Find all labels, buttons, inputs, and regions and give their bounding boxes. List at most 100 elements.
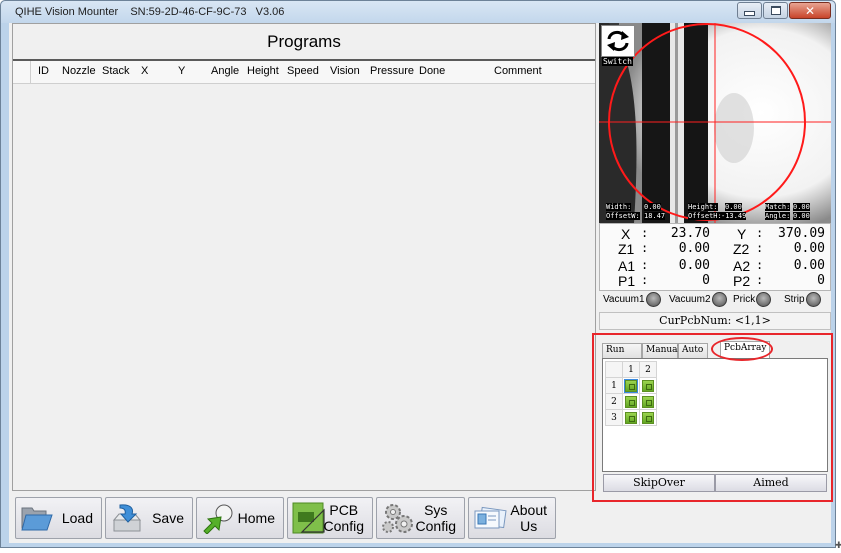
sys-config-label-line2: Config	[415, 518, 456, 534]
pcb-board-icon	[642, 395, 654, 408]
column-header-stack[interactable]: Stack	[102, 65, 130, 77]
pcbarray-content: 1 2 1 2 3	[602, 358, 828, 472]
a2-label: A2	[733, 258, 751, 274]
pcb-config-button[interactable]: PCB Config	[287, 497, 373, 539]
save-disk-icon	[112, 504, 142, 532]
about-us-label-line1: About	[510, 502, 547, 518]
current-pcb-number: CurPcbNum: <1,1>	[599, 312, 831, 330]
tab-pcbarray[interactable]: PcbArray	[720, 341, 770, 358]
pcb-config-label-line1: PCB	[329, 502, 359, 518]
z2-value: 0.00	[793, 241, 825, 256]
switch-camera-button[interactable]	[601, 25, 635, 57]
row-header-corner	[13, 61, 31, 83]
home-button[interactable]: Home	[196, 497, 284, 539]
close-icon: ✕	[804, 3, 816, 18]
coord-row-a: A1 : 0.00 A2 : 0.00	[600, 258, 832, 274]
pcb-board-icon	[624, 378, 638, 393]
row-header: 1	[605, 377, 623, 394]
p2-label: P2	[733, 273, 751, 289]
pcb-array-grid: 1 2 1 2 3	[605, 361, 657, 426]
strip-indicator: Strip	[784, 292, 821, 307]
programs-table[interactable]: ID Nozzle Stack X Y Angle Height Speed V…	[13, 59, 595, 490]
pcb-board-icon	[625, 395, 637, 408]
column-header-speed[interactable]: Speed	[287, 65, 319, 77]
z1-label: Z1	[618, 241, 635, 257]
pcb-cell-2-2[interactable]	[639, 393, 657, 410]
skip-over-button[interactable]: SkipOver	[603, 474, 715, 492]
height-label: Height:	[688, 203, 718, 211]
prick-indicator: Prick	[733, 292, 772, 307]
load-button[interactable]: Load	[15, 497, 102, 539]
z2-label: Z2	[733, 241, 750, 257]
column-header-y[interactable]: Y	[178, 65, 185, 77]
programs-title: Programs	[267, 32, 341, 51]
minimize-button[interactable]	[737, 2, 762, 19]
x-label: X	[621, 226, 631, 242]
pcb-config-icon	[292, 502, 325, 534]
maximize-icon	[770, 6, 781, 15]
tab-auto[interactable]: Auto	[678, 343, 708, 358]
width-value: 0.00	[644, 203, 661, 211]
tab-manual[interactable]: Manual	[642, 343, 680, 358]
column-header-height[interactable]: Height	[247, 65, 279, 77]
z1-value: 0.00	[678, 241, 710, 256]
offseth-label: OffsetH:	[688, 212, 722, 220]
close-button[interactable]: ✕	[789, 2, 831, 19]
about-us-label-line2: Us	[520, 518, 538, 534]
pcb-cell-3-1[interactable]	[622, 409, 640, 426]
column-header-x[interactable]: X	[141, 65, 148, 77]
prick-led-icon	[756, 292, 772, 307]
save-button[interactable]: Save	[105, 497, 193, 539]
home-arrow-icon	[203, 504, 233, 534]
pcb-board-icon	[642, 411, 654, 424]
pcb-board-icon	[642, 379, 654, 392]
sys-config-button[interactable]: Sys Config	[376, 497, 465, 539]
offsetw-value: 18.47	[644, 212, 666, 220]
p2-value: 0	[817, 273, 825, 288]
app-window: QIHE Vision Mounter SN:59-2D-46-CF-9C-73…	[0, 0, 836, 548]
gears-icon	[382, 504, 413, 533]
column-header-pressure[interactable]: Pressure	[370, 65, 414, 77]
z1-colon: :	[641, 241, 649, 255]
folder-open-icon	[21, 507, 53, 531]
column-header-vision[interactable]: Vision	[330, 65, 360, 77]
window-title: QIHE Vision Mounter SN:59-2D-46-CF-9C-73…	[15, 6, 285, 18]
column-header-angle[interactable]: Angle	[211, 65, 239, 77]
column-header-id[interactable]: ID	[38, 65, 49, 77]
aimed-button[interactable]: Aimed	[715, 474, 827, 492]
load-label: Load	[61, 510, 93, 526]
y-value: 370.09	[778, 226, 825, 241]
coordinates-panel: X : 23.70 Y : 370.09 Z1 : 0.00 Z2 : 0.00…	[599, 223, 831, 291]
pcb-cell-2-1[interactable]	[622, 393, 640, 410]
resize-grip-icon[interactable]: ✚	[835, 540, 841, 551]
window-controls: ✕	[736, 2, 831, 19]
pcb-cell-1-2[interactable]	[639, 377, 657, 394]
programs-panel: Programs ID Nozzle Stack X Y Angle Heigh…	[12, 23, 596, 491]
a2-value: 0.00	[793, 258, 825, 273]
maximize-button[interactable]	[763, 2, 788, 19]
pcb-cell-1-1[interactable]	[622, 377, 640, 394]
strip-led-icon	[805, 292, 821, 307]
title-bar: QIHE Vision Mounter SN:59-2D-46-CF-9C-73…	[1, 1, 835, 23]
vacuum1-indicator: Vacuum1	[603, 292, 661, 307]
minimize-icon	[744, 10, 755, 16]
column-header-done[interactable]: Done	[419, 65, 445, 77]
column-header-nozzle[interactable]: Nozzle	[62, 65, 96, 77]
pcb-cell-3-2[interactable]	[639, 409, 657, 426]
prick-label: Prick	[733, 294, 756, 305]
tab-run[interactable]: Run	[602, 343, 642, 358]
a1-colon: :	[641, 258, 649, 272]
y-colon: :	[756, 226, 764, 240]
row-header: 2	[605, 393, 623, 410]
offseth-value: -13.49	[721, 212, 747, 220]
y-label: Y	[737, 226, 747, 242]
client-area: Programs ID Nozzle Stack X Y Angle Heigh…	[9, 23, 833, 543]
vacuum1-label: Vacuum1	[603, 294, 645, 305]
angle-label: Angle:	[765, 212, 791, 220]
angle-value: 0.00	[793, 212, 810, 220]
about-us-button[interactable]: About Us	[468, 497, 556, 539]
column-header-comment[interactable]: Comment	[494, 65, 542, 77]
a1-value: 0.00	[678, 258, 710, 273]
sys-config-label-line1: Sys	[424, 502, 448, 518]
coord-row-z: Z1 : 0.00 Z2 : 0.00	[600, 241, 832, 257]
